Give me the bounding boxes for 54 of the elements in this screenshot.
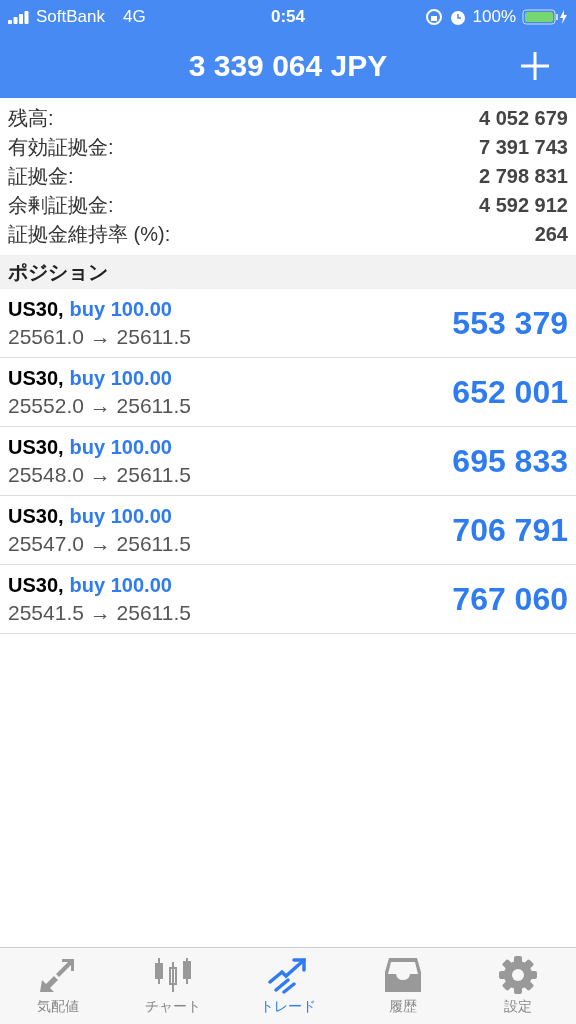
position-prices: 25541.5 → 25611.5 [8, 600, 192, 625]
position-prices: 25548.0 → 25611.5 [8, 462, 192, 487]
position-row[interactable]: US30, buy 100.00 25547.0 → 25611.5 706 791 [0, 496, 576, 565]
position-row[interactable]: US30, buy 100.00 25548.0 → 25611.5 695 833 [0, 427, 576, 496]
settings-icon [498, 956, 539, 994]
summary-label: 有効証拠金: [8, 135, 114, 160]
position-order: buy 100.00 [69, 573, 172, 597]
battery-charging-icon [522, 8, 568, 25]
add-button[interactable] [518, 49, 552, 83]
position-profit: 652 001 [452, 373, 568, 411]
summary-label: 証拠金: [8, 164, 74, 189]
position-profit: 695 833 [452, 442, 568, 480]
position-prices: 25547.0 → 25611.5 [8, 531, 192, 556]
trend-icon [268, 956, 308, 994]
tab-bar-item[interactable]: トレード [230, 948, 346, 1024]
summary-label: 余剰証拠金: [8, 193, 114, 218]
position-profit: 553 379 [452, 304, 568, 342]
position-symbol: US30, [8, 435, 64, 459]
position-order: buy 100.00 [69, 297, 172, 321]
carrier-name: SoftBank [36, 6, 105, 27]
summary-label: 残高: [8, 106, 54, 131]
inbox-icon [383, 956, 424, 994]
summary-value: 2 798 831 [479, 165, 568, 188]
positions-section-header: ポジション [0, 255, 576, 289]
summary-label: 証拠金維持率 (%): [8, 222, 171, 247]
battery-percent: 100% [472, 6, 516, 27]
rotation-lock-icon [424, 7, 443, 26]
tab-bar-item[interactable]: 履歴 [345, 948, 461, 1024]
signal-icon [8, 9, 30, 24]
position-row[interactable]: US30, buy 100.00 25541.5 → 25611.5 767 060 [0, 565, 576, 634]
clock: 0:54 [270, 6, 306, 27]
position-profit: 706 791 [452, 511, 568, 549]
position-symbol: US30, [8, 297, 64, 321]
summary-value: 7 391 743 [479, 136, 568, 159]
position-symbol: US30, [8, 366, 64, 390]
position-symbol: US30, [8, 573, 64, 597]
tab-bar-item[interactable]: チャート [115, 948, 231, 1024]
summary-value: 4 052 679 [479, 107, 568, 130]
candlestick-icon [152, 956, 193, 994]
position-symbol: US30, [8, 504, 64, 528]
position-profit: 767 060 [452, 580, 568, 618]
position-order: buy 100.00 [69, 504, 172, 528]
position-order: buy 100.00 [69, 435, 172, 459]
tab-bar-item[interactable]: 気配値 [0, 948, 116, 1024]
summary-value: 4 592 912 [479, 194, 568, 217]
position-prices: 25561.0 → 25611.5 [8, 324, 192, 349]
tab-bar-item[interactable]: 設定 [460, 948, 576, 1024]
position-order: buy 100.00 [69, 366, 172, 390]
position-prices: 25552.0 → 25611.5 [8, 393, 192, 418]
summary-value: 264 [534, 223, 568, 246]
position-row[interactable]: US30, buy 100.00 25561.0 → 25611.5 553 379 [0, 289, 576, 358]
position-row[interactable]: US30, buy 100.00 25552.0 → 25611.5 652 001 [0, 358, 576, 427]
account-balance-title: 3 339 064 JPY [188, 48, 388, 83]
network-type: 4G [123, 6, 146, 27]
